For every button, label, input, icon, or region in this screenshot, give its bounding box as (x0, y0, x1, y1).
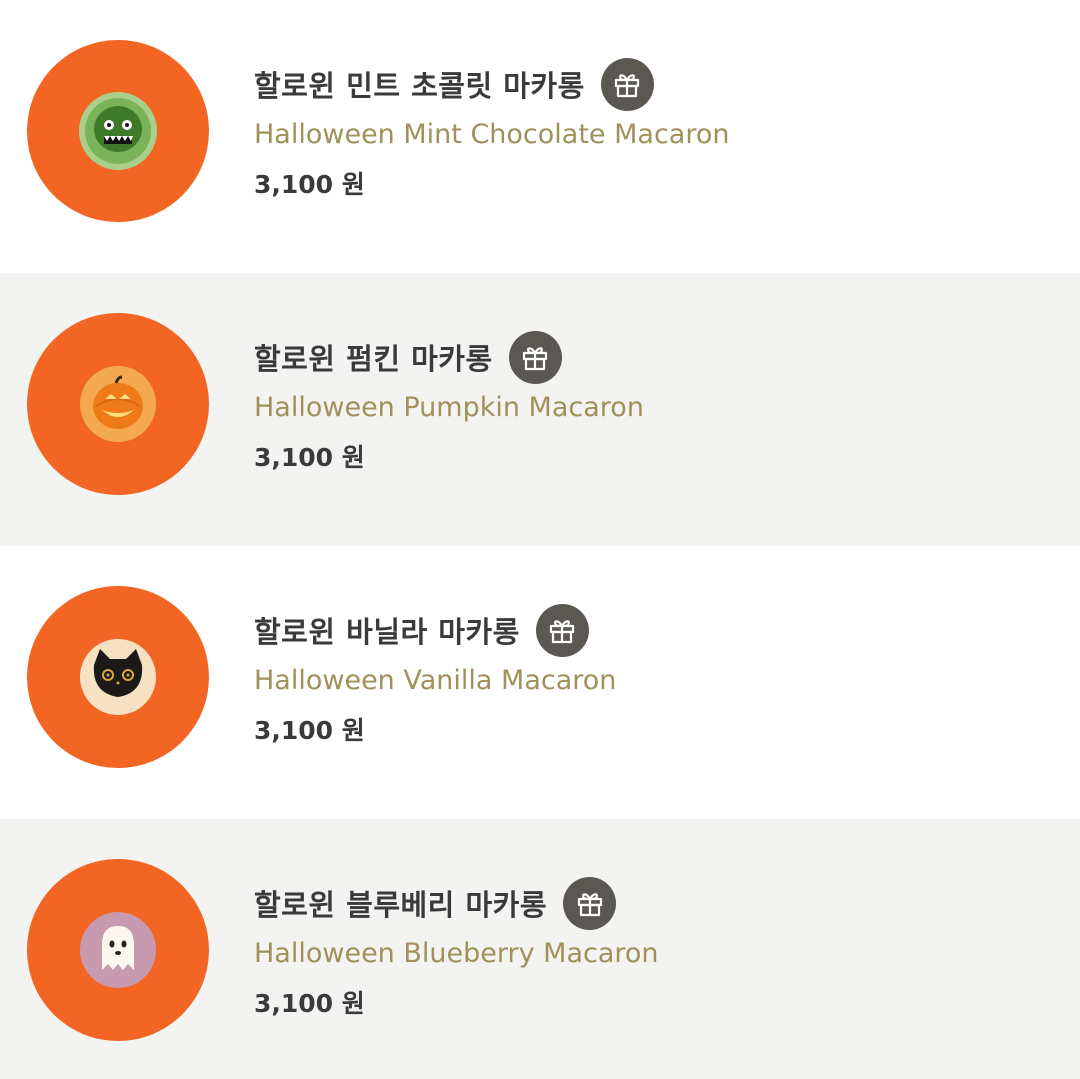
gift-icon (577, 893, 602, 917)
vanilla-macaron-black-cat-icon (80, 639, 156, 715)
product-price: 3,100 원 (254, 989, 365, 1018)
product-image-blueberry[interactable] (27, 859, 209, 1041)
gift-button[interactable] (600, 57, 654, 111)
gift-icon (550, 620, 575, 644)
pumpkin-macaron-jack-o-lantern-icon (80, 366, 156, 442)
product-name-en: Halloween Blueberry Macaron (254, 938, 659, 969)
product-item-pumpkin[interactable]: 할로윈 펌킨 마카롱 Halloween Pumpkin Macaron 3,1 (0, 273, 1080, 546)
product-name-ko[interactable]: 할로윈 바닐라 마카롱 (254, 609, 520, 651)
mint-chocolate-macaron-zombie-icon (79, 92, 157, 170)
gift-button[interactable] (535, 603, 589, 657)
gift-button[interactable] (563, 876, 616, 930)
product-name-en: Halloween Vanilla Macaron (254, 665, 617, 696)
product-name-en: Halloween Pumpkin Macaron (254, 392, 644, 423)
gift-icon (615, 74, 640, 98)
blueberry-macaron-ghost-icon (80, 912, 156, 988)
product-name-ko[interactable]: 할로윈 펌킨 마카롱 (254, 336, 493, 378)
gift-button[interactable] (508, 330, 562, 384)
product-item-mint-chocolate[interactable]: 할로윈 민트 초콜릿 마카롱 Halloween Mint Chocolate … (0, 0, 1080, 273)
product-name-en: Halloween Mint Chocolate Macaron (254, 119, 730, 150)
product-image-pumpkin[interactable] (27, 313, 209, 495)
gift-icon (523, 347, 548, 371)
product-name-ko[interactable]: 할로윈 블루베리 마카롱 (254, 882, 547, 924)
product-item-vanilla[interactable]: 할로윈 바닐라 마카롱 Halloween Vanilla Macaron 3, (0, 546, 1080, 819)
product-price: 3,100 원 (254, 716, 365, 745)
product-name-ko[interactable]: 할로윈 민트 초콜릿 마카롱 (254, 63, 585, 105)
product-item-blueberry[interactable]: 할로윈 블루베리 마카롱 Halloween Blueberry Macaron (0, 819, 1080, 1079)
product-image-vanilla[interactable] (27, 586, 209, 768)
product-price: 3,100 원 (254, 170, 365, 199)
product-price: 3,100 원 (254, 443, 365, 472)
product-list: 할로윈 민트 초콜릿 마카롱 Halloween Mint Chocolate … (0, 0, 1080, 1079)
product-image-mint-chocolate[interactable] (27, 40, 209, 222)
